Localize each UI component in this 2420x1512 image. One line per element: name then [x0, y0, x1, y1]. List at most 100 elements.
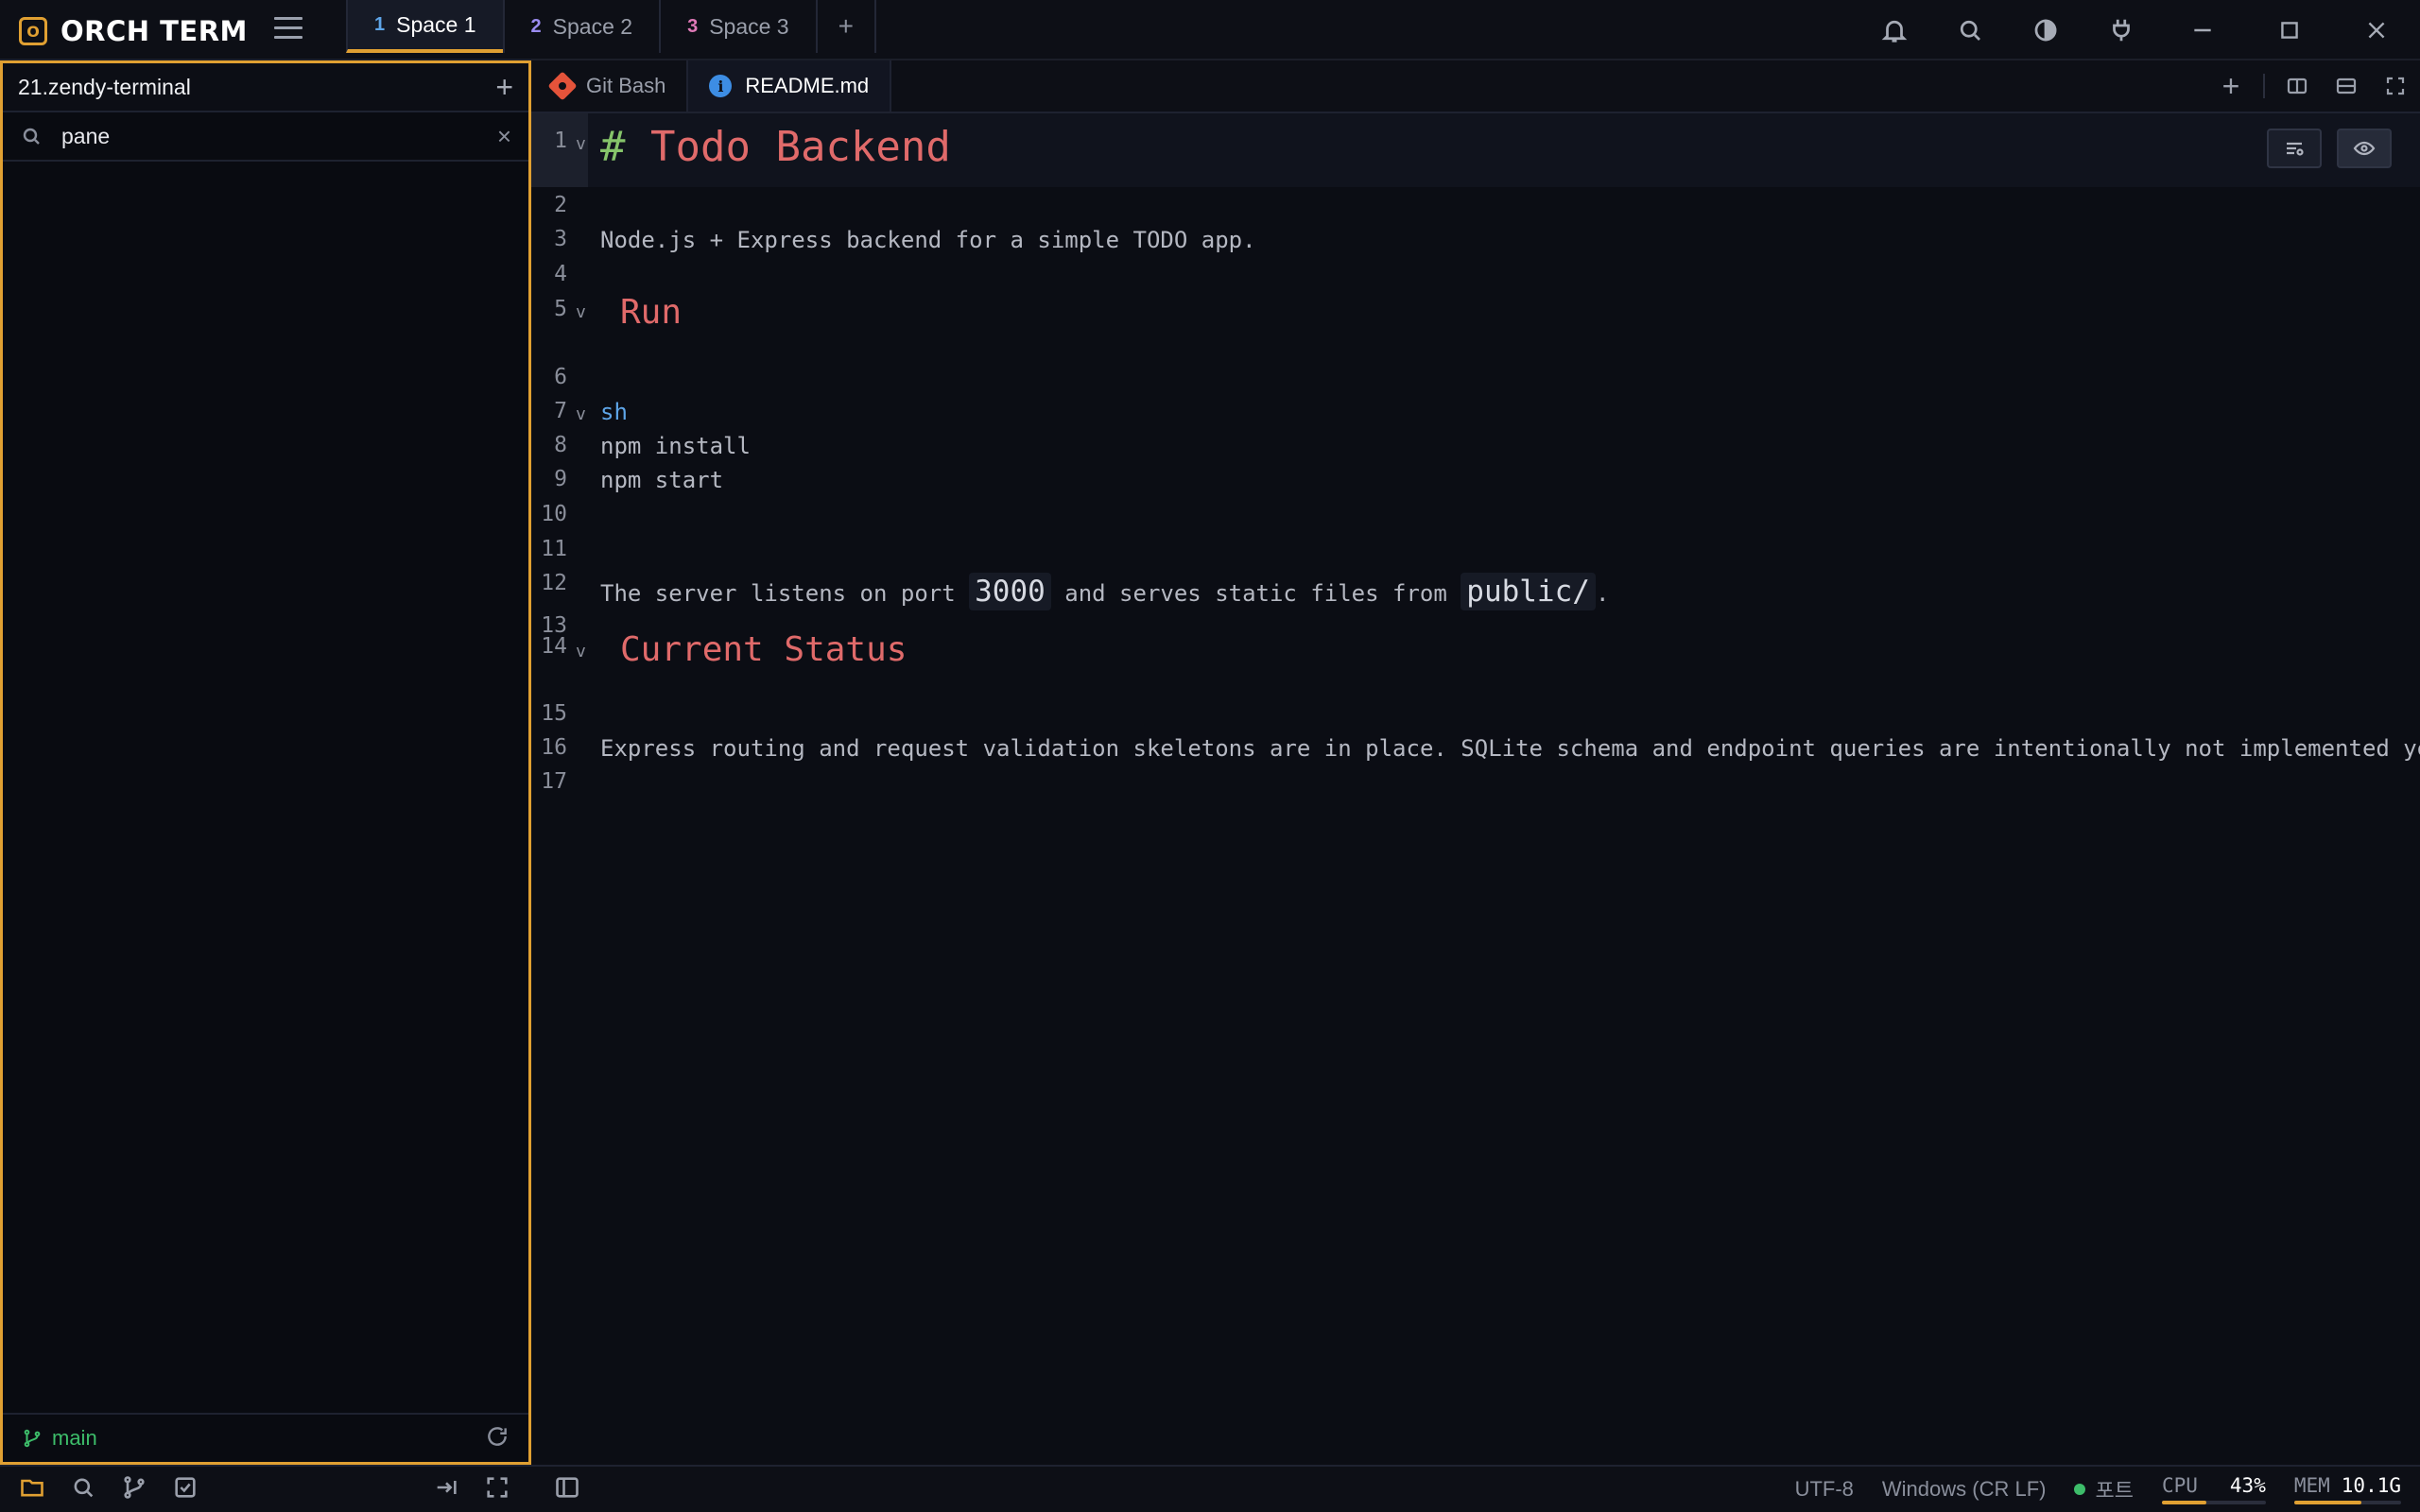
line-number: 7	[554, 399, 567, 423]
space-label: Space 1	[396, 11, 476, 37]
maximize-button[interactable]	[2246, 0, 2333, 60]
cpu-bar-fill	[2161, 1501, 2207, 1504]
space-number: 1	[374, 13, 386, 35]
line-text: npm start	[600, 467, 724, 493]
collapse-sidebar-icon[interactable]	[433, 1474, 459, 1505]
expand-icon[interactable]	[484, 1474, 510, 1505]
new-tab-button[interactable]: +	[2206, 60, 2256, 112]
code-line: 12 The server listens on port 3000 and s…	[531, 571, 2420, 610]
code-line: 17	[531, 769, 2420, 803]
fold-chevron-icon[interactable]: v	[576, 642, 586, 662]
status-bar: UTF-8 Windows (CR LF) 포트 CPU 43% MEM 10.…	[0, 1465, 2420, 1512]
line-text: The server listens on port 3000 and serv…	[600, 573, 1609, 610]
mem-label: MEM	[2293, 1474, 2330, 1497]
sidebar-footer: main	[3, 1413, 528, 1462]
add-space-button[interactable]: +	[815, 0, 876, 53]
sidebar-search: ×	[3, 112, 528, 162]
fold-chevron-icon[interactable]: v	[576, 302, 586, 322]
line-number: 4	[554, 262, 567, 286]
line-number: 6	[554, 365, 567, 389]
status-items: UTF-8 Windows (CR LF) 포트 CPU 43% MEM 10.…	[1795, 1474, 2420, 1504]
title-bar: O ORCH TERM 1 Space 1 2 Space 2 3 Space …	[0, 0, 2420, 60]
tasks-checkbox-icon[interactable]	[172, 1474, 199, 1505]
git-branch[interactable]: main	[22, 1426, 97, 1451]
hamburger-menu-icon[interactable]	[274, 17, 302, 43]
line-number: 8	[554, 433, 567, 457]
mem-bar-fill	[2293, 1501, 2362, 1504]
info-icon: i	[709, 75, 733, 97]
cpu-value: 43%	[2229, 1474, 2266, 1497]
line-number: 2	[554, 193, 567, 217]
bell-icon[interactable]	[1857, 0, 1932, 60]
code-line: 7 v sh	[531, 399, 2420, 433]
port-status[interactable]: 포트	[2074, 1474, 2134, 1504]
logo-icon: O	[19, 17, 47, 45]
space-label: Space 3	[709, 13, 789, 39]
inline-code: 3000	[969, 573, 1051, 610]
fold-chevron-icon[interactable]: v	[576, 134, 586, 154]
encoding-status[interactable]: UTF-8	[1795, 1477, 1854, 1502]
line-number: 1	[554, 129, 567, 153]
search-icon[interactable]	[70, 1474, 96, 1505]
panel-layout-icon[interactable]	[554, 1474, 580, 1505]
minimize-button[interactable]	[2159, 0, 2246, 60]
divider	[2263, 74, 2265, 98]
git-branch-icon	[24, 1429, 41, 1448]
line-number: 14	[541, 634, 567, 659]
line-number: 10	[541, 502, 567, 526]
code-line: 9 npm start	[531, 467, 2420, 501]
heading-2: Run	[620, 293, 683, 332]
line-number: 3	[554, 227, 567, 251]
line-number: 16	[541, 735, 567, 760]
sidebar-header: 21.zendy-terminal +	[3, 63, 528, 112]
cpu-meter: CPU 43%	[2161, 1474, 2266, 1504]
branch-name: main	[52, 1426, 97, 1450]
line-number: 17	[541, 769, 567, 794]
theme-toggle-icon[interactable]	[2008, 0, 2083, 60]
code-fence-language: sh	[600, 399, 628, 425]
search-icon[interactable]	[1932, 0, 2008, 60]
markdown-editor[interactable]: 1 v # Todo Backend 2 3 Node.js + Express…	[531, 113, 2420, 1465]
search-icon	[23, 128, 40, 145]
space-tabs: 1 Space 1 2 Space 2 3 Space 3 +	[346, 0, 876, 53]
clear-search-icon[interactable]: ×	[497, 122, 511, 151]
fold-chevron-icon[interactable]: v	[576, 404, 586, 424]
code-line: 15	[531, 701, 2420, 735]
search-input[interactable]	[61, 123, 478, 149]
line-number: 9	[554, 467, 567, 491]
tab-space-1[interactable]: 1 Space 1	[346, 0, 505, 53]
code-line: 11	[531, 537, 2420, 571]
activity-bar	[0, 1474, 531, 1505]
source-control-icon[interactable]	[121, 1474, 147, 1505]
line-number: 15	[541, 701, 567, 726]
code-line: 8 npm install	[531, 433, 2420, 467]
tab-label: Git Bash	[586, 74, 666, 97]
editor-pane: Git Bash i README.md + 1 v # Todo Backen…	[531, 60, 2420, 1465]
app-name: ORCH TERM	[60, 15, 248, 47]
tab-space-2[interactable]: 2 Space 2	[502, 0, 662, 53]
sidebar-add-button[interactable]: +	[495, 72, 513, 102]
heading-text: Todo Backend	[650, 123, 951, 171]
tab-space-3[interactable]: 3 Space 3	[659, 0, 818, 53]
plug-icon[interactable]	[2083, 0, 2159, 60]
code-line: 4	[531, 262, 2420, 296]
line-ending-status[interactable]: Windows (CR LF)	[1882, 1477, 2047, 1502]
sidebar: 21.zendy-terminal + × main	[0, 60, 531, 1465]
code-line: 6	[531, 365, 2420, 399]
mem-value: 10.1G	[2341, 1474, 2401, 1497]
git-icon	[547, 71, 578, 101]
refresh-icon[interactable]	[485, 1424, 510, 1453]
folder-icon[interactable]	[19, 1474, 45, 1505]
mem-meter: MEM 10.1G	[2293, 1474, 2401, 1504]
tab-readme[interactable]: i README.md	[688, 60, 892, 112]
split-horizontal-icon[interactable]	[2322, 60, 2371, 112]
editor-tabs: Git Bash i README.md +	[531, 60, 2420, 113]
close-button[interactable]	[2333, 0, 2420, 60]
tab-git-bash[interactable]: Git Bash	[531, 60, 689, 112]
fullscreen-icon[interactable]	[2371, 60, 2420, 112]
line-text: Express routing and request validation s…	[600, 735, 2420, 762]
split-vertical-icon[interactable]	[2273, 60, 2322, 112]
code-line: 10	[531, 502, 2420, 536]
titlebar-actions	[1857, 0, 2420, 60]
workspace-title: 21.zendy-terminal	[18, 74, 191, 99]
